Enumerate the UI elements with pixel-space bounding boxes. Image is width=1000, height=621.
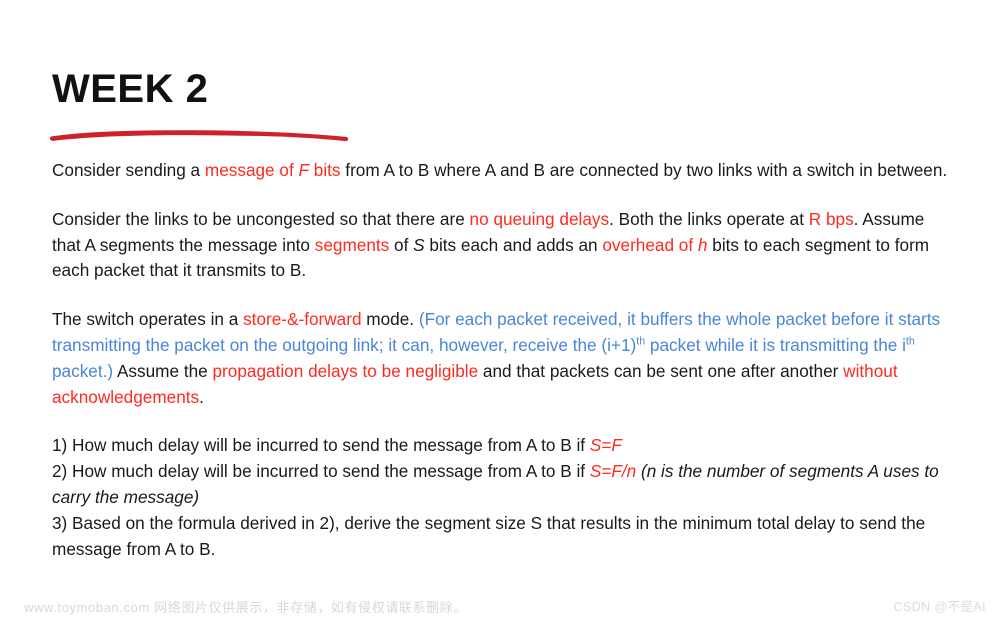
p3-note-superscript-1: th: [636, 335, 646, 348]
p2-var-S: S: [413, 234, 425, 255]
page-title: WEEK 2: [52, 67, 209, 111]
p3-text-4: and that packets can be sent one after a…: [478, 360, 844, 381]
p3-highlight-store-and-forward: store-&-forward: [243, 309, 362, 330]
p2-highlight-r-bps: R bps: [808, 208, 854, 229]
p3-highlight-propagation-delays: propagation delays to be negligible: [212, 360, 479, 381]
questions-list: 1) How much delay will be incurred to se…: [52, 433, 954, 562]
p3-note-part-3: packet.): [52, 360, 114, 381]
p1-highlight-message: message of: [204, 160, 299, 180]
p1-var-F: F: [298, 160, 310, 180]
title-block: WEEK 2: [52, 68, 472, 110]
title-underline-stroke: [50, 130, 349, 142]
question-3: 3) Based on the formula derived in 2), d…: [52, 512, 926, 559]
p3-text-3: Assume the: [113, 360, 213, 381]
body-copy: Consider sending a message of F bits fro…: [52, 158, 954, 562]
paragraph-2: Consider the links to be uncongested so …: [52, 207, 954, 284]
p2-text-2: . Both the links operate at: [609, 208, 809, 229]
p2-highlight-overhead: overhead of: [602, 234, 698, 255]
p2-text-5: bits each and adds an: [424, 234, 603, 255]
p2-text-4: of: [389, 234, 414, 255]
p3-note-superscript-2: th: [905, 335, 915, 348]
p2-highlight-segments: segments: [314, 234, 390, 255]
p3-text-2: mode.: [361, 309, 419, 330]
paragraph-3: The switch operates in a store-&-forward…: [52, 307, 954, 410]
p3-text-1: The switch operates in a: [52, 309, 244, 330]
p1-text-2: from A to B where A and B are connected …: [340, 160, 948, 180]
watermark-right: CSDN @不是AI: [893, 600, 986, 614]
p2-highlight-no-queuing-delays: no queuing delays: [469, 208, 610, 229]
slide-canvas: WEEK 2 Consider sending a message of F b…: [0, 0, 1000, 621]
question-1: 1) How much delay will be incurred to se…: [52, 433, 954, 459]
q2-text: 2) How much delay will be incurred to se…: [52, 461, 590, 482]
p1-text-1: Consider sending a: [52, 160, 205, 180]
p3-note-part-2: packet while it is transmitting the i: [645, 334, 906, 355]
p3-text-5: .: [199, 386, 204, 407]
watermark-left: www.toymoban.com 网络图片仅供展示，非存储，如有侵权请联系删除。: [24, 600, 467, 615]
question-2: 2) How much delay will be incurred to se…: [52, 461, 939, 507]
p1-highlight-bits: bits: [309, 160, 341, 180]
q2-formula: S=F/n: [589, 461, 637, 482]
q1-text: 1) How much delay will be incurred to se…: [52, 435, 590, 456]
q1-formula: S=F: [589, 435, 622, 456]
p2-text-1: Consider the links to be uncongested so …: [52, 208, 470, 229]
paragraph-1: Consider sending a message of F bits fro…: [52, 158, 954, 184]
